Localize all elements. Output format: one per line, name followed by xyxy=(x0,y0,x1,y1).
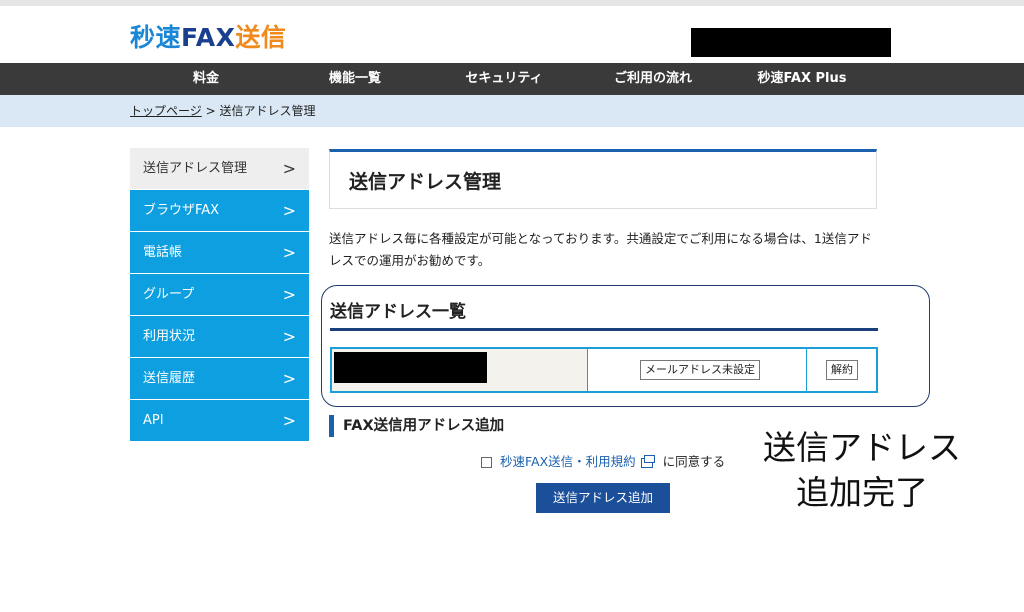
sidebar-item-label: ブラウザFAX xyxy=(143,203,220,218)
terms-link[interactable]: 秒速FAX送信・利用規約 xyxy=(500,454,636,469)
nav-item-plus[interactable]: 秒速FAX Plus xyxy=(758,63,847,95)
terms-agreement: 秒速FAX送信・利用規約 に同意する xyxy=(481,451,725,470)
address-cell xyxy=(332,349,588,391)
external-link-icon xyxy=(640,454,655,468)
redacted-account-info xyxy=(691,28,891,57)
nav-item-flow[interactable]: ご利用の流れ xyxy=(614,63,692,95)
address-list-title: 送信アドレス一覧 xyxy=(330,302,466,322)
breadcrumb: トップページ > 送信アドレス管理 xyxy=(130,95,315,127)
add-address-heading: FAX送信用アドレス追加 xyxy=(329,415,504,437)
chevron-right-icon: > xyxy=(282,201,296,220)
chevron-right-icon: > xyxy=(282,285,296,304)
chevron-right-icon: > xyxy=(282,411,296,430)
address-list-underline xyxy=(330,328,878,331)
breadcrumb-current: 送信アドレス管理 xyxy=(219,104,316,118)
agree-text: に同意する xyxy=(662,454,726,469)
logo-text-3: 送信 xyxy=(235,23,287,52)
annotation-line-2: 追加完了 xyxy=(796,473,928,512)
sidebar-item-label: 利用状況 xyxy=(143,329,196,344)
page-description: 送信アドレス毎に各種設定が可能となっております。共通設定でご利用になる場合は、1… xyxy=(329,231,872,268)
sidebar-item-api[interactable]: API > xyxy=(130,400,309,441)
page-title-box: 送信アドレス管理 xyxy=(329,149,877,209)
cancel-contract-button[interactable]: 解約 xyxy=(826,360,858,380)
add-address-button[interactable]: 送信アドレス追加 xyxy=(536,483,670,513)
sidebar-item-label: 電話帳 xyxy=(143,245,183,260)
sidebar-item-browser-fax[interactable]: ブラウザFAX > xyxy=(130,190,309,231)
sidebar-item-phonebook[interactable]: 電話帳 > xyxy=(130,232,309,273)
cancel-cell: 解約 xyxy=(807,349,876,391)
mail-setting-cell: メールアドレス未設定 xyxy=(588,349,807,391)
sidebar-item-label: API xyxy=(143,413,164,428)
address-table: メールアドレス未設定 解約 xyxy=(330,347,878,393)
sidebar-item-group[interactable]: グループ > xyxy=(130,274,309,315)
sidebar-item-address-management[interactable]: 送信アドレス管理 > xyxy=(130,148,309,189)
breadcrumb-bar: トップページ > 送信アドレス管理 xyxy=(0,95,1024,127)
agree-checkbox[interactable] xyxy=(481,457,492,468)
sidebar-item-label: 送信履歴 xyxy=(143,371,196,386)
sidebar-item-history[interactable]: 送信履歴 > xyxy=(130,358,309,399)
breadcrumb-separator: > xyxy=(201,104,220,118)
chevron-right-icon: > xyxy=(282,243,296,262)
sidebar-item-label: グループ xyxy=(143,287,195,302)
sidebar: 送信アドレス管理 > ブラウザFAX > 電話帳 > グループ > 利用状況 >… xyxy=(130,148,309,442)
logo-text-1: 秒速 xyxy=(130,23,182,52)
chevron-right-icon: > xyxy=(282,159,296,178)
main-nav: 料金 機能一覧 セキュリティ ご利用の流れ 秒速FAX Plus xyxy=(0,63,1024,95)
nav-item-features[interactable]: 機能一覧 xyxy=(329,63,381,95)
annotation-line-1: 送信アドレス xyxy=(763,428,961,467)
sidebar-item-label: 送信アドレス管理 xyxy=(143,161,248,176)
site-logo[interactable]: 秒速FAX送信 xyxy=(130,18,286,54)
mail-address-unset-button[interactable]: メールアドレス未設定 xyxy=(640,360,760,380)
top-strip xyxy=(0,0,1024,6)
chevron-right-icon: > xyxy=(282,327,296,346)
chevron-right-icon: > xyxy=(282,369,296,388)
nav-item-pricing[interactable]: 料金 xyxy=(193,63,219,95)
logo-text-2: FAX xyxy=(181,23,236,52)
sidebar-item-usage[interactable]: 利用状況 > xyxy=(130,316,309,357)
page-title: 送信アドレス管理 xyxy=(349,171,502,193)
nav-item-security[interactable]: セキュリティ xyxy=(465,63,542,95)
annotation-note: 送信アドレス 追加完了 xyxy=(762,425,962,515)
redacted-address xyxy=(334,352,487,383)
breadcrumb-home-link[interactable]: トップページ xyxy=(130,104,202,118)
